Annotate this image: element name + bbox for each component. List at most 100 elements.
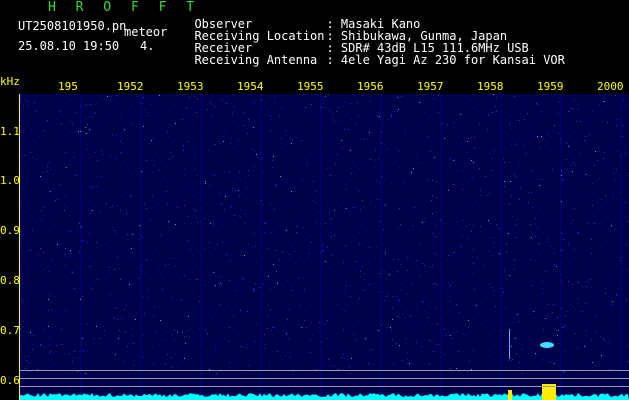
noise-speck — [164, 195, 165, 196]
noise-speck — [126, 211, 127, 212]
noise-speck — [289, 266, 290, 267]
noise-speck — [492, 158, 493, 159]
noise-speck — [316, 191, 317, 192]
noise-speck — [69, 353, 70, 354]
noise-speck — [28, 105, 29, 106]
noise-speck — [487, 195, 488, 196]
noise-speck — [493, 237, 494, 238]
noise-speck — [97, 186, 98, 187]
time-column-stripe — [380, 94, 382, 400]
noise-speck — [581, 316, 582, 317]
noise-speck — [490, 237, 491, 238]
noise-speck — [240, 179, 241, 180]
noise-speck — [558, 97, 559, 98]
noise-speck — [177, 172, 178, 173]
noise-speck — [34, 291, 35, 292]
noise-speck — [185, 187, 186, 188]
noise-speck — [446, 335, 447, 336]
noise-speck — [65, 195, 66, 196]
noise-speck — [553, 162, 554, 163]
noise-speck — [381, 325, 382, 326]
noise-speck — [31, 129, 32, 130]
noise-speck — [249, 282, 250, 283]
noise-speck — [579, 154, 580, 155]
noise-speck — [578, 192, 579, 193]
noise-speck — [612, 198, 613, 199]
noise-speck — [539, 185, 540, 186]
noise-speck — [560, 274, 561, 275]
noise-speck — [352, 161, 353, 162]
noise-speck — [316, 222, 317, 223]
noise-speck — [267, 315, 268, 316]
noise-speck — [305, 311, 306, 312]
noise-speck — [435, 283, 436, 284]
noise-speck — [241, 289, 242, 290]
noise-speck — [473, 263, 474, 264]
noise-speck — [337, 304, 338, 305]
noise-speck — [433, 246, 434, 247]
noise-speck — [342, 357, 343, 358]
noise-speck — [71, 253, 72, 254]
noise-speck — [345, 257, 346, 258]
noise-speck — [174, 201, 175, 202]
noise-speck — [533, 132, 534, 133]
noise-speck — [480, 190, 481, 191]
noise-speck — [279, 116, 280, 117]
noise-speck — [148, 298, 149, 299]
noise-speck — [519, 120, 520, 121]
noise-speck — [479, 168, 480, 169]
noise-speck — [516, 108, 517, 109]
noise-speck — [325, 223, 326, 224]
noise-speck — [512, 216, 513, 217]
noise-speck — [25, 368, 26, 369]
noise-speck — [461, 257, 462, 258]
noise-speck — [371, 283, 372, 284]
noise-speck — [261, 210, 262, 211]
noise-speck — [79, 252, 80, 253]
noise-speck — [59, 111, 60, 112]
noise-speck — [163, 278, 164, 279]
noise-speck — [473, 177, 474, 178]
noise-speck — [577, 233, 578, 234]
noise-speck — [49, 162, 50, 163]
noise-speck — [67, 207, 68, 208]
noise-speck — [182, 119, 183, 120]
noise-speck — [497, 149, 498, 150]
noise-speck — [276, 238, 277, 239]
noise-speck — [565, 311, 566, 312]
noise-speck — [345, 311, 346, 312]
noise-speck — [140, 235, 141, 236]
noise-speck — [197, 98, 198, 99]
noise-speck — [535, 236, 536, 237]
noise-speck — [48, 326, 49, 327]
noise-speck — [283, 331, 284, 332]
noise-speck — [453, 253, 454, 254]
noise-speck — [86, 144, 87, 145]
noise-speck — [89, 158, 90, 159]
noise-speck — [57, 142, 58, 143]
noise-speck — [20, 99, 21, 100]
noise-speck — [383, 122, 384, 123]
noise-speck — [320, 107, 321, 108]
noise-speck — [25, 99, 26, 100]
noise-speck — [416, 342, 417, 343]
noise-speck — [547, 348, 548, 349]
noise-speck — [233, 316, 234, 317]
noise-speck — [70, 250, 71, 251]
noise-speck — [44, 269, 45, 270]
noise-speck — [362, 266, 363, 267]
noise-speck — [571, 164, 572, 165]
noise-speck — [50, 354, 51, 355]
noise-speck — [23, 105, 24, 106]
noise-speck — [328, 157, 329, 158]
noise-speck — [217, 244, 218, 245]
noise-speck — [488, 220, 489, 221]
noise-speck — [194, 96, 195, 97]
noise-speck — [232, 188, 233, 189]
noise-speck — [158, 265, 159, 266]
noise-speck — [359, 298, 360, 299]
noise-speck — [110, 156, 111, 157]
noise-speck — [462, 275, 463, 276]
noise-speck — [69, 121, 70, 122]
noise-speck — [168, 136, 169, 137]
